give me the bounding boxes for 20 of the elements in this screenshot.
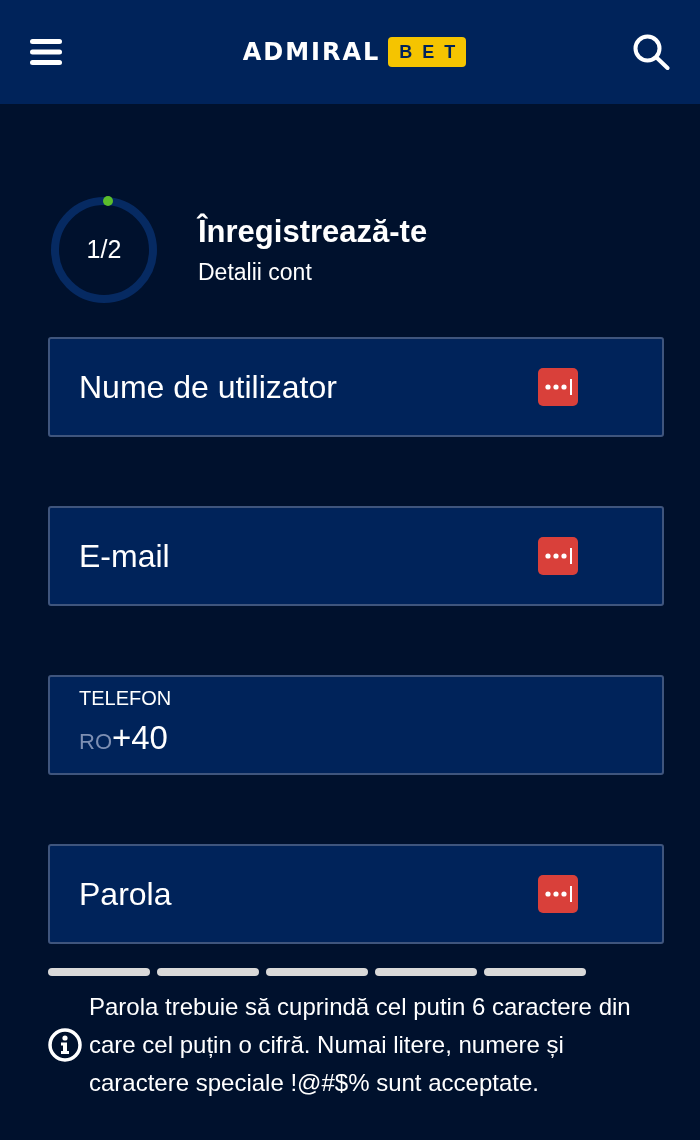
field-label: TELEFON xyxy=(79,686,172,711)
page-title: Înregistrează-te xyxy=(198,213,428,251)
text-field[interactable]: Nume de utilizator xyxy=(48,337,664,437)
phone-value: +40 xyxy=(112,718,168,758)
phone-field[interactable]: TELEFON RO+40 xyxy=(48,675,664,775)
step-counter: 1/2 xyxy=(86,234,122,266)
logo-text[interactable]: ADMIRAL xyxy=(242,40,381,64)
dots-cursor-icon[interactable] xyxy=(538,875,578,913)
page-subtitle: Detalii cont xyxy=(198,258,313,287)
dots-cursor-icon[interactable] xyxy=(538,537,578,575)
info-icon xyxy=(48,1028,82,1062)
search-icon[interactable] xyxy=(633,34,670,70)
logo-badge[interactable]: BET xyxy=(388,37,467,67)
dots-cursor-icon[interactable] xyxy=(538,368,578,406)
text-field[interactable]: E-mail xyxy=(48,506,664,606)
menu-icon[interactable] xyxy=(30,39,62,65)
country-code[interactable]: RO xyxy=(79,725,112,758)
progress-dot-icon xyxy=(103,196,113,206)
password-hint: Parola trebuie să cuprindă cel putin 6 caractere din care cel puțin o cifră. Numai litere, numere și caractere speciale !@#$% sunt acceptate. xyxy=(89,992,632,1098)
password-field[interactable]: Parola xyxy=(48,844,664,944)
